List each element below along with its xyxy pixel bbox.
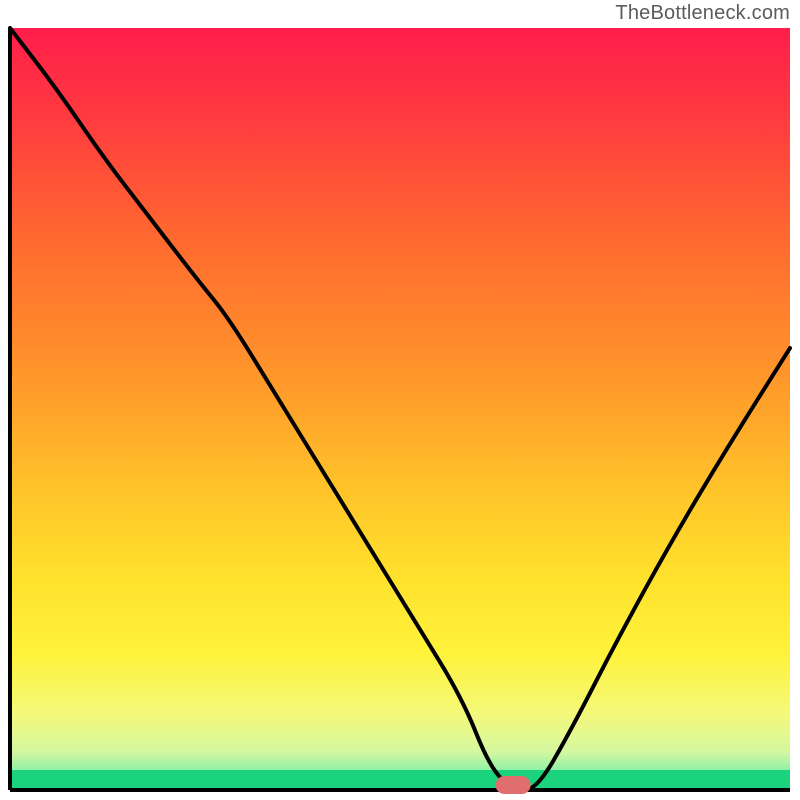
- bottleneck-chart: [0, 0, 800, 800]
- gradient-background: [10, 28, 790, 790]
- green-baseline-strip: [10, 770, 790, 790]
- optimal-point-marker: [496, 776, 531, 794]
- chart-container: TheBottleneck.com: [0, 0, 800, 800]
